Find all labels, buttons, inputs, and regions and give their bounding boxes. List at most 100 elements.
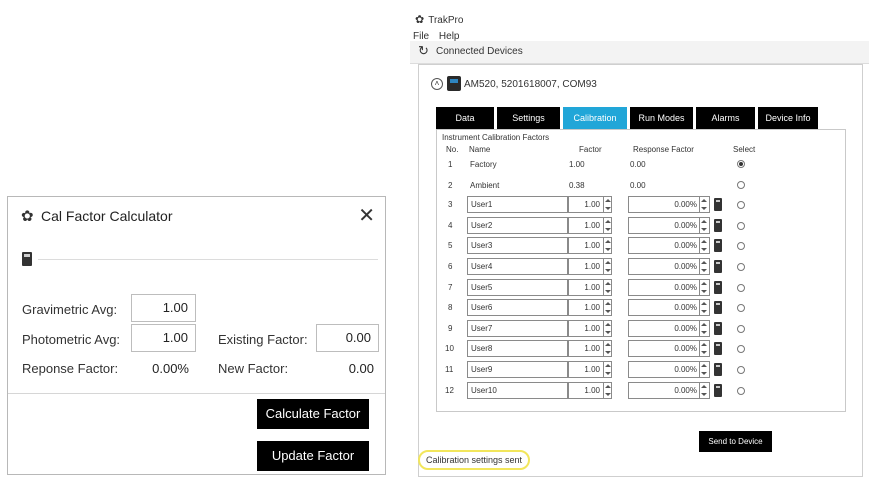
calibration-name-input[interactable]: User3 — [467, 237, 568, 255]
response-factor-input[interactable]: 0.00% — [628, 278, 710, 296]
factor-stepper-icon[interactable] — [603, 361, 612, 378]
select-radio[interactable] — [737, 324, 745, 333]
factor-stepper-icon[interactable] — [603, 278, 612, 296]
row-number: 4 — [448, 220, 453, 230]
calibration-name-input[interactable]: User8 — [467, 340, 568, 358]
factor-stepper-icon[interactable] — [603, 319, 612, 337]
col-header-factor: Factor — [579, 145, 602, 154]
dialog-titlebar: ✿ Cal Factor Calculator ✕ — [8, 197, 385, 235]
factor-stepper-icon[interactable] — [603, 340, 612, 358]
select-radio[interactable] — [737, 201, 745, 210]
divider — [8, 393, 385, 394]
calculator-icon[interactable] — [714, 280, 722, 294]
calculate-factor-button[interactable]: Calculate Factor — [257, 399, 369, 429]
trakpro-window: ✿ TrakPro File Help ↻ Connected Devices ˄… — [410, 6, 869, 477]
col-header-no: No. — [446, 145, 459, 154]
collapse-chevron-icon[interactable]: ˄ — [431, 78, 443, 90]
tab-calibration[interactable]: Calibration — [563, 107, 627, 129]
response-factor-input[interactable]: 0.00% — [628, 237, 710, 255]
existing-factor-input[interactable]: 0.00 — [316, 324, 379, 352]
select-radio[interactable] — [737, 242, 745, 251]
calculator-icon[interactable] — [714, 301, 722, 315]
tab-data[interactable]: Data — [436, 107, 494, 129]
factor-stepper-icon[interactable] — [603, 258, 612, 275]
calibration-name-input[interactable]: User2 — [467, 216, 568, 234]
select-radio[interactable] — [737, 345, 745, 354]
calculator-icon[interactable] — [714, 383, 722, 397]
response-stepper-icon[interactable] — [699, 361, 708, 378]
app-title: TrakPro — [428, 15, 464, 26]
factor-stepper-icon[interactable] — [603, 381, 612, 399]
row-number: 10 — [445, 344, 454, 354]
response-stepper-icon[interactable] — [699, 278, 708, 296]
calculator-icon[interactable] — [714, 363, 722, 376]
col-header-select: Select — [733, 145, 756, 154]
response-factor-label: Reponse Factor: — [22, 361, 119, 376]
response-factor-input[interactable]: 0.00% — [628, 299, 710, 317]
calculator-icon[interactable] — [714, 198, 722, 212]
response-stepper-icon[interactable] — [699, 237, 708, 255]
factor-stepper-icon[interactable] — [603, 237, 612, 255]
calculator-icon[interactable] — [714, 342, 722, 356]
response-factor-input[interactable]: 0.00% — [628, 196, 710, 214]
photometric-avg-input[interactable]: 1.00 — [131, 324, 196, 352]
close-icon[interactable]: ✕ — [358, 203, 375, 228]
update-factor-button[interactable]: Update Factor — [257, 441, 369, 471]
status-message: Calibration settings sent — [418, 450, 531, 470]
select-radio[interactable] — [737, 304, 745, 313]
response-factor-input[interactable]: 0.00% — [628, 361, 710, 378]
factor-stepper-icon[interactable] — [603, 196, 612, 214]
response-stepper-icon[interactable] — [699, 196, 708, 214]
refresh-icon[interactable]: ↻ — [418, 43, 429, 59]
calibration-name-input[interactable]: User4 — [467, 258, 568, 275]
response-factor-input[interactable]: 0.00% — [628, 216, 710, 234]
factor-stepper-icon[interactable] — [603, 216, 612, 234]
calibration-name-input[interactable]: User10 — [467, 381, 568, 399]
select-radio[interactable] — [737, 160, 745, 168]
calibration-name-input[interactable]: User5 — [467, 278, 568, 296]
calculator-icon[interactable] — [714, 321, 722, 335]
device-icon — [447, 76, 461, 91]
tab-device-info[interactable]: Device Info — [758, 107, 818, 129]
group-title: Instrument Calibration Factors — [442, 133, 550, 142]
response-stepper-icon[interactable] — [699, 216, 708, 234]
tab-run-modes[interactable]: Run Modes — [630, 107, 693, 129]
select-radio[interactable] — [737, 180, 745, 189]
col-header-response: Response Factor — [633, 145, 694, 154]
response-stepper-icon[interactable] — [699, 258, 708, 275]
response-factor-input[interactable]: 0.00% — [628, 258, 710, 275]
select-radio[interactable] — [737, 366, 745, 374]
row-number: 7 — [448, 282, 453, 292]
select-radio[interactable] — [737, 263, 745, 271]
tab-settings[interactable]: Settings — [497, 107, 560, 129]
response-stepper-icon[interactable] — [699, 381, 708, 399]
response-stepper-icon[interactable] — [699, 319, 708, 337]
response-stepper-icon[interactable] — [699, 299, 708, 317]
send-to-device-button[interactable]: Send to Device — [699, 431, 772, 452]
connected-devices-bar: ↻ Connected Devices — [410, 41, 869, 64]
factor-stepper-icon[interactable] — [603, 299, 612, 317]
calibration-name-input[interactable]: User6 — [467, 299, 568, 317]
calculator-icon[interactable] — [714, 239, 722, 253]
divider — [38, 259, 378, 260]
response-stepper-icon[interactable] — [699, 340, 708, 358]
select-radio[interactable] — [737, 386, 745, 395]
calibration-name-input[interactable]: User7 — [467, 319, 568, 337]
row-number: 9 — [448, 323, 453, 333]
response-factor-input[interactable]: 0.00% — [628, 319, 710, 337]
calibration-name-input[interactable]: User1 — [467, 196, 568, 214]
row-number: 11 — [445, 365, 454, 374]
tsi-logo-icon: ✿ — [21, 208, 34, 225]
calibration-name-input[interactable]: User9 — [467, 361, 568, 378]
tab-alarms[interactable]: Alarms — [696, 107, 755, 129]
photometric-avg-label: Photometric Avg: — [22, 332, 121, 347]
calculator-icon[interactable] — [714, 218, 722, 232]
calculator-icon[interactable] — [714, 260, 722, 273]
select-radio[interactable] — [737, 221, 745, 230]
response-factor-input[interactable]: 0.00% — [628, 340, 710, 358]
response-factor-input[interactable]: 0.00% — [628, 381, 710, 399]
row-number: 2 — [448, 180, 453, 190]
select-radio[interactable] — [737, 283, 745, 292]
gravimetric-avg-input[interactable]: 1.00 — [131, 294, 196, 322]
cal-factor-calculator-dialog: ✿ Cal Factor Calculator ✕ Gravimetric Av… — [7, 196, 386, 475]
